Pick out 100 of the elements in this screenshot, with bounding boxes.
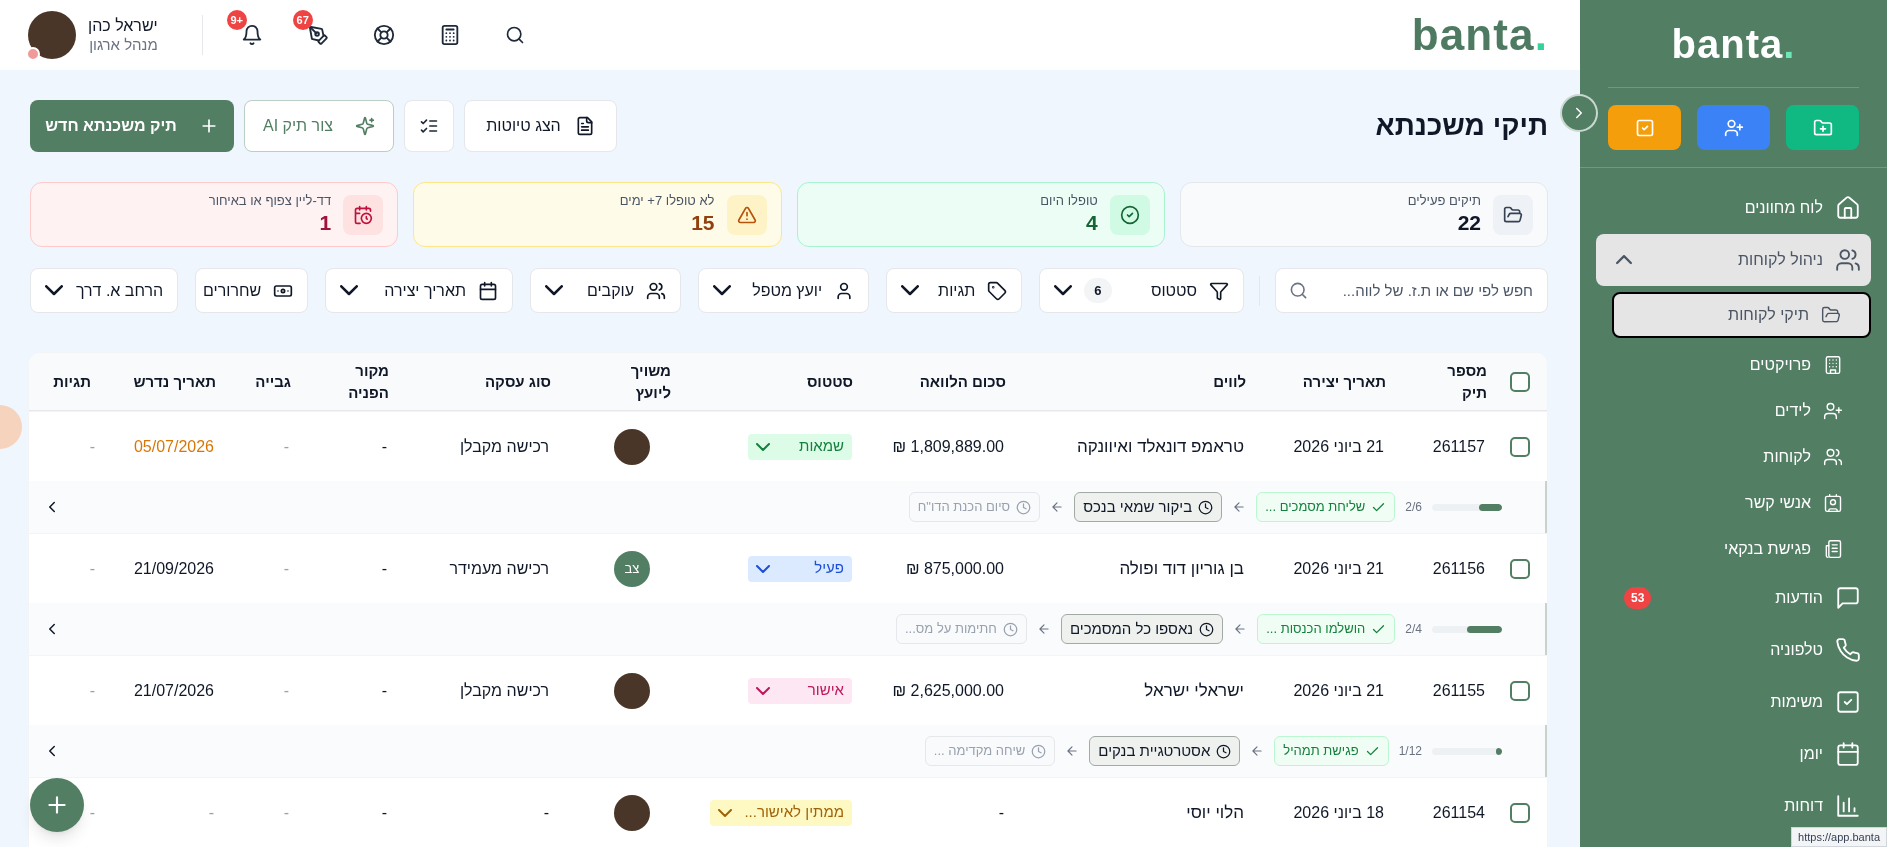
completed-step: פגישת תמהיל bbox=[1274, 736, 1389, 766]
table-cell: - bbox=[89, 437, 95, 455]
phone-icon bbox=[1835, 637, 1861, 663]
sidebar-subitem[interactable]: פרויקטים bbox=[1612, 342, 1871, 388]
chevron-down-icon bbox=[545, 285, 563, 296]
notifications-button[interactable] bbox=[240, 24, 263, 46]
sidebar-item[interactable]: יומן bbox=[1596, 728, 1871, 780]
signatures-button[interactable] bbox=[306, 24, 329, 46]
checkbox[interactable] bbox=[1510, 436, 1530, 457]
new-folder-button[interactable] bbox=[1786, 105, 1859, 150]
search-field[interactable]: חפש לפי שם או ת.ז. של לווה... bbox=[1275, 268, 1548, 313]
table-cell: - bbox=[89, 681, 95, 699]
sidebar-item[interactable]: לוח מחוונים bbox=[1596, 182, 1871, 234]
table-cell: רכישה מקבלן bbox=[459, 437, 549, 455]
checkbox[interactable] bbox=[1510, 680, 1530, 701]
table-cell: - bbox=[283, 803, 289, 821]
status-dropdown[interactable]: שמאות bbox=[748, 433, 852, 460]
checklist-button[interactable] bbox=[404, 100, 454, 152]
table-cell: - bbox=[381, 803, 387, 821]
progress-count: 2/6 bbox=[1405, 499, 1422, 516]
sidebar-subitem[interactable]: אנשי קשר bbox=[1612, 480, 1871, 526]
current-step: ביקור שמאי בנכס bbox=[1074, 492, 1223, 522]
chevron-down-icon bbox=[901, 285, 920, 296]
arrow-left-icon bbox=[1065, 744, 1080, 758]
column-header: סכום הלוואה bbox=[918, 371, 1006, 392]
folder-icon bbox=[1821, 305, 1841, 325]
status-dropdown[interactable]: אישור bbox=[748, 677, 852, 704]
search-icon bbox=[504, 25, 525, 45]
show-drafts-button[interactable]: הצג טיוטות bbox=[464, 100, 617, 152]
chevron-down-icon bbox=[756, 564, 770, 573]
table-cell: ישראלי ישראל bbox=[1144, 680, 1244, 700]
table-cell: 18 ביוני 2026 bbox=[1293, 803, 1384, 821]
table-cell: 21/09/2026 bbox=[133, 559, 214, 577]
column-header: לווים bbox=[1212, 371, 1246, 392]
chevron-down-icon bbox=[756, 442, 770, 451]
filter-dropdown[interactable]: הרחב א. דרך bbox=[30, 268, 179, 313]
table-cell: 05/07/2026 bbox=[133, 437, 214, 455]
users-icon bbox=[1823, 447, 1843, 467]
column-header: מספר תיק bbox=[1446, 360, 1487, 403]
filter-icon bbox=[1209, 280, 1229, 301]
filter-dropdown[interactable]: תאריך יצירה bbox=[325, 268, 513, 313]
avatar bbox=[614, 428, 650, 465]
checkbox[interactable] bbox=[1510, 802, 1530, 823]
table-cell: הלוי יוסי bbox=[1186, 802, 1244, 822]
table-cell: - bbox=[381, 559, 387, 577]
folder-icon bbox=[1503, 204, 1523, 225]
current-step: אסטרטגיית בנקים bbox=[1089, 736, 1241, 766]
sidebar-item[interactable]: ניהול לקוחות bbox=[1596, 234, 1871, 286]
filter-dropdown[interactable]: יועץ מטפל bbox=[698, 268, 870, 313]
filter-dropdown[interactable]: תגיות bbox=[886, 268, 1023, 313]
warning-icon bbox=[736, 204, 757, 225]
chevron-down-icon bbox=[45, 285, 63, 296]
sidebar-item[interactable]: משימות bbox=[1596, 676, 1871, 728]
page-title: תיקי משכנתא bbox=[1375, 109, 1548, 143]
sidebar-subitem[interactable]: פגישת בנקאי bbox=[1612, 526, 1871, 572]
completed-step: שליחת מסמכים ... bbox=[1256, 492, 1396, 522]
url-preview: https://app.banta bbox=[1791, 826, 1887, 847]
users-icon bbox=[646, 280, 667, 301]
stat-value: 1 bbox=[318, 209, 332, 236]
ai-create-button[interactable]: צור תיק AI bbox=[244, 100, 394, 152]
sidebar-subitem[interactable]: לקוחות bbox=[1612, 434, 1871, 480]
lifebuoy-icon bbox=[372, 24, 395, 46]
table-cell: 261157 bbox=[1432, 437, 1485, 455]
search-button[interactable] bbox=[504, 25, 525, 45]
support-button[interactable] bbox=[372, 24, 395, 46]
arrow-left-icon bbox=[1232, 500, 1247, 514]
status-dropdown[interactable]: ממתין לאישור... bbox=[710, 799, 852, 826]
column-header: תאריך יצירה bbox=[1301, 371, 1386, 392]
user-name: ישראל כהן bbox=[88, 15, 158, 36]
count-badge: 67 bbox=[292, 10, 313, 30]
filter-dropdown[interactable]: עוקבים bbox=[530, 268, 682, 313]
sidebar-item[interactable]: טלפוניה bbox=[1596, 624, 1871, 676]
add-user-button[interactable] bbox=[1697, 105, 1770, 150]
table-cell: - bbox=[208, 803, 214, 821]
pen-icon bbox=[306, 24, 329, 46]
column-header: משויך ליועץ bbox=[629, 360, 671, 403]
new-file-button[interactable]: תיק משכנתא חדש bbox=[30, 100, 234, 152]
table-cell: רכישה מקבלן bbox=[459, 681, 549, 699]
chevron-icon bbox=[1616, 255, 1632, 265]
table-cell: 21 ביוני 2026 bbox=[1293, 681, 1384, 699]
arrow-left-icon bbox=[1050, 500, 1065, 514]
table-cell: 2,625,000.00 ₪ bbox=[892, 681, 1004, 699]
sparkles-icon bbox=[355, 116, 376, 136]
checkbox[interactable] bbox=[1510, 371, 1530, 392]
filter-dropdown[interactable]: שחרורים bbox=[195, 268, 309, 313]
status-dropdown[interactable]: פעיל bbox=[748, 555, 852, 582]
bar-chart-icon bbox=[1835, 793, 1861, 819]
sidebar-subitem[interactable]: תיקי לקוחות bbox=[1612, 292, 1871, 338]
stat-label: טופלו היום bbox=[1040, 193, 1098, 210]
checkbox[interactable] bbox=[1510, 558, 1530, 579]
table-cell: - bbox=[89, 803, 95, 821]
collapse-sidebar-button[interactable] bbox=[1560, 94, 1598, 132]
checkbox-icon bbox=[1835, 689, 1861, 715]
sidebar-subitem[interactable]: לידים bbox=[1612, 388, 1871, 434]
logo: banta. bbox=[1671, 23, 1796, 64]
chevron-down-icon bbox=[756, 686, 770, 695]
avatar bbox=[614, 672, 650, 709]
document-icon bbox=[1823, 539, 1843, 559]
chevron-down-icon bbox=[1054, 285, 1073, 296]
folder-plus-icon bbox=[1812, 117, 1833, 138]
